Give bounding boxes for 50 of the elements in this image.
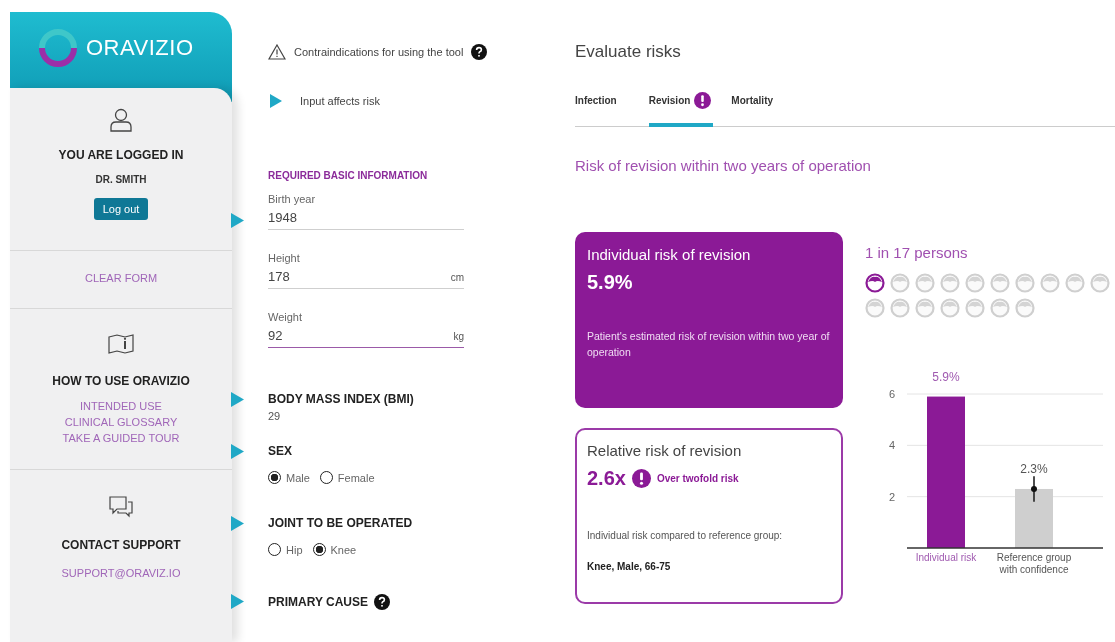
risk-value: 5.9% <box>587 270 634 294</box>
help-link[interactable]: CLINICAL GLOSSARY <box>64 416 178 428</box>
persons-caption: 1 in 17 persons <box>865 243 969 261</box>
group-heading: JOINT TO BE OPERATED <box>268 516 414 530</box>
radio-label[interactable]: Female <box>337 471 375 484</box>
tab[interactable]: Infection <box>575 92 619 127</box>
field-label: Height <box>268 252 301 264</box>
category-label: Reference group with confidence <box>996 551 1072 575</box>
bmi-heading: BODY MASS INDEX (BMI) <box>268 392 415 406</box>
legend-text: Input affects risk <box>300 95 380 107</box>
primary-cause-heading: PRIMARY CAUSE <box>268 595 368 609</box>
results-title: Evaluate risks <box>575 42 682 62</box>
logout-button[interactable]: Log out <box>93 198 149 220</box>
card-title: Relative risk of revision <box>587 441 743 459</box>
clear-form-link[interactable]: CLEAR FORM <box>84 272 158 284</box>
field-label: Weight <box>268 311 304 323</box>
risk-note: Over twofold risk <box>656 472 739 484</box>
help-link[interactable]: INTENDED USE <box>80 400 162 412</box>
section-title: REQUIRED BASIC INFORMATION <box>268 170 429 181</box>
value-label: 2.3% <box>1020 461 1048 476</box>
field-label: Birth year <box>268 193 317 205</box>
user-name: DR. SMITH <box>95 174 147 185</box>
axis-tick-label: 4 <box>889 438 896 451</box>
axis-tick-label: 6 <box>889 387 896 400</box>
relative-risk-value: 2.6x <box>587 466 626 490</box>
help-heading: HOW TO USE ORAVIZIO <box>52 374 190 388</box>
radio-label[interactable]: Knee <box>330 543 357 556</box>
radio-label[interactable]: Male <box>286 471 310 484</box>
group-heading: SEX <box>268 444 293 458</box>
axis-tick-label: 2 <box>889 490 896 503</box>
reference-group: Knee, Male, 66-75 <box>587 560 831 572</box>
tab[interactable]: Revision <box>648 92 714 127</box>
results-subtitle: Risk of revision within two years of operation <box>575 156 872 174</box>
support-email-link[interactable]: SUPPORT@ORAVIZ.IO <box>61 567 181 579</box>
input-field[interactable]: 1948 <box>268 205 464 230</box>
category-label: Individual risk <box>915 551 977 563</box>
logged-in-heading: YOU ARE LOGGED IN <box>58 148 184 162</box>
contraindications-link[interactable]: Contraindications for using the tool <box>294 46 464 58</box>
input-field[interactable]: 92 kg <box>268 323 464 348</box>
comparison-text: Individual risk compared to reference group: <box>587 529 784 541</box>
card-title: Individual risk of revision <box>587 245 752 263</box>
input-field[interactable]: 178 cm <box>268 264 464 289</box>
radio-label[interactable]: Hip <box>286 543 303 556</box>
bmi-value: 29 <box>268 410 282 422</box>
card-description: Patient's estimated risk of revision within two year of operation <box>587 328 831 361</box>
help-link[interactable]: TAKE A GUIDED TOUR <box>62 432 180 444</box>
value-label: 5.9% <box>932 369 960 384</box>
brand-name: ORAVIZIO <box>86 35 194 61</box>
tab[interactable]: Mortality <box>731 92 776 127</box>
contact-heading: CONTACT SUPPORT <box>61 538 181 552</box>
